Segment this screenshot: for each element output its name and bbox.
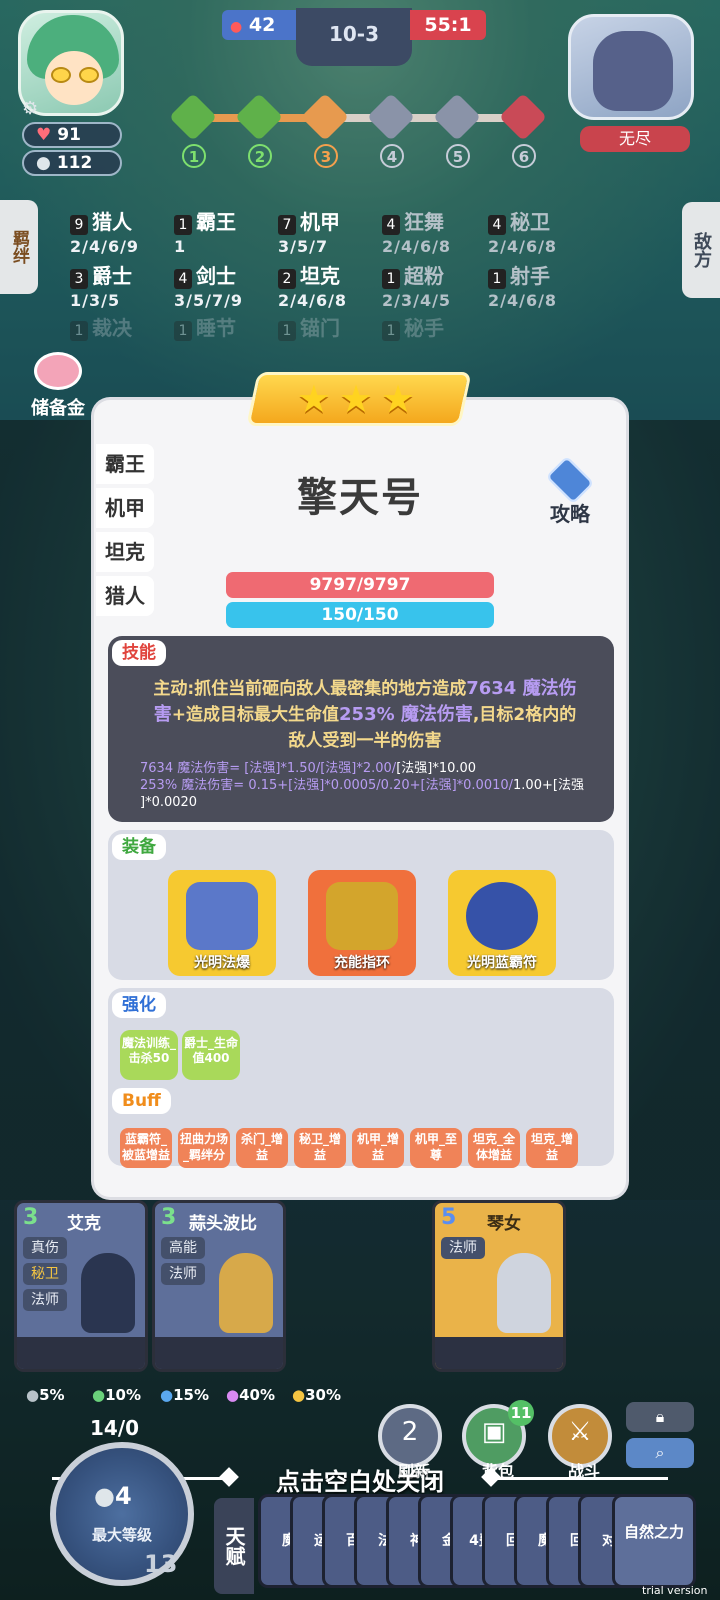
crossed-swords-icon: ⚔	[568, 1417, 592, 1447]
lock-shop-button[interactable]: 🔒︎	[626, 1402, 694, 1432]
tab-enemy[interactable]: 敌方	[682, 202, 720, 298]
orb-icon	[466, 882, 538, 950]
match-score: 55:1	[410, 10, 486, 40]
skill-formula: 7634 魔法伤害= [法强]*1.50/[法强]*2.00/[法强]*10.0…	[140, 761, 584, 810]
odds-tier-2: ●10%	[92, 1386, 141, 1404]
odds-tier-5: ●30%	[292, 1386, 341, 1404]
trait-item[interactable]: 1 秘手	[382, 312, 492, 364]
lock-icon: 🔒︎	[655, 1407, 665, 1426]
skill-tag: 技能	[112, 640, 166, 666]
buff-chip[interactable]: 蓝霸符_被蓝增益	[120, 1128, 172, 1168]
stage-num: 4	[380, 144, 404, 168]
buff-chip[interactable]: 扭曲力场_羁绊分	[178, 1128, 230, 1168]
trait-item[interactable]: 1 睡节	[174, 312, 284, 364]
tab-talent[interactable]: 天赋	[214, 1498, 254, 1594]
stage-num: 2	[248, 144, 272, 168]
coin-icon: 2	[401, 1417, 419, 1447]
trait-item[interactable]: 9 猎人 2/4/6/9	[70, 206, 180, 258]
hero-sprite	[219, 1253, 273, 1333]
hero-trait-tab[interactable]: 坦克	[96, 532, 154, 572]
odds-tier-3: ●15%	[160, 1386, 209, 1404]
battle-button[interactable]: ⚔ 战斗	[548, 1404, 612, 1481]
hero-name: 擎天号	[297, 475, 423, 521]
trait-item[interactable]: 3 爵士 1/3/5	[70, 260, 180, 312]
trait-item[interactable]: 1 射手 2/4/6/8	[488, 260, 598, 312]
player-coins: ● 112	[22, 150, 122, 176]
buff-tag: Buff	[112, 1088, 171, 1114]
stage-num: 6	[512, 144, 536, 168]
stage-num: 3	[314, 144, 338, 168]
hero-hp-bar: 9797/9797	[226, 572, 494, 598]
xp-counter: 14/0	[90, 1416, 140, 1440]
piggy-bank-icon	[34, 352, 82, 390]
equipment-item[interactable]: 光明蓝霸符	[448, 870, 556, 976]
player-hp: ♥ 91	[22, 122, 122, 148]
refresh-button[interactable]: 2 刷新	[378, 1404, 442, 1481]
skill-description: 主动:抓住当前砸向敌人最密集的地方造成7634 魔法伤 害+造成目标最大生命值2…	[153, 678, 577, 751]
shop-card[interactable]: 3 蒜头波比 高能 法师	[152, 1200, 286, 1372]
reserve-gold[interactable]: 储备金	[18, 352, 98, 426]
buff-chip[interactable]: 机甲_至尊	[410, 1128, 462, 1168]
gauntlet-icon	[186, 882, 258, 950]
shop-card[interactable]: 5 琴女 法师	[432, 1200, 566, 1372]
bag-count-badge: 11	[508, 1400, 534, 1426]
trait-item[interactable]: 2 坦克 2/4/6/8	[278, 260, 388, 312]
boost-chip[interactable]: 爵士_生命值400	[182, 1030, 240, 1080]
search-icon: ⌕	[655, 1443, 665, 1462]
talent-card-active[interactable]: 自然之力	[612, 1494, 696, 1588]
tab-traits[interactable]: 羁绊	[0, 200, 38, 294]
hero-trait-tab[interactable]: 猎人	[96, 576, 154, 616]
round-indicator: 10-3	[296, 8, 412, 66]
trait-item[interactable]: 4 秘卫 2/4/6/8	[488, 206, 598, 258]
enemy-name: 无尽	[580, 126, 690, 152]
enemy-kill-count: ● 42	[222, 10, 298, 40]
stage-num: 1	[182, 144, 206, 168]
trait-item[interactable]: 4 狂舞 2/4/6/8	[382, 206, 492, 258]
strategy-button[interactable]: 攻略	[536, 455, 604, 532]
settings-gear-icon[interactable]: ⚙	[22, 98, 38, 119]
trial-version-label: trial version	[642, 1584, 708, 1597]
shop-card[interactable]: 3 艾克 真伤 秘卫 法师	[14, 1200, 148, 1372]
boost-tag: 强化	[112, 992, 166, 1018]
buff-chip[interactable]: 秘卫_增益	[294, 1128, 346, 1168]
player-level: 13	[144, 1550, 178, 1578]
ring-icon	[326, 882, 398, 950]
equipment-item[interactable]: 光明法爆	[168, 870, 276, 976]
level-label: 最大等级	[91, 1526, 152, 1544]
buff-chip[interactable]: 坦克_增益	[526, 1128, 578, 1168]
hero-trait-tab[interactable]: 霸王	[96, 444, 154, 484]
hero-trait-tab[interactable]: 机甲	[96, 488, 154, 528]
buff-chip[interactable]: 坦克_全体增益	[468, 1128, 520, 1168]
buff-chip[interactable]: 杀门_增益	[236, 1128, 288, 1168]
hero-sprite	[81, 1253, 135, 1333]
star-rating: ★★★	[296, 377, 424, 421]
equipment-item[interactable]: 充能指环	[308, 870, 416, 976]
trait-item[interactable]: 7 机甲 3/5/7	[278, 206, 388, 258]
fire-icon: ●	[230, 19, 243, 35]
enemy-avatar[interactable]	[568, 14, 694, 120]
stage-num: 5	[446, 144, 470, 168]
odds-tier-1: ●5%	[26, 1386, 65, 1404]
trait-item[interactable]: 1 超粉 2/3/4/5	[382, 260, 492, 312]
hero-sprite	[497, 1253, 551, 1333]
coin-icon: ●	[36, 153, 51, 173]
buff-chip[interactable]: 机甲_增益	[352, 1128, 404, 1168]
boost-chip[interactable]: 魔法训练_击杀50	[120, 1030, 178, 1080]
trait-item[interactable]: 1 锚门	[278, 312, 388, 364]
hero-mana-bar: 150/150	[226, 602, 494, 628]
trait-item[interactable]: 1 霸王 1	[174, 206, 284, 258]
odds-tier-4: ●40%	[226, 1386, 275, 1404]
heart-icon: ♥	[36, 125, 52, 145]
level-cost: ●4	[94, 1482, 132, 1510]
equipment-tag: 装备	[112, 834, 166, 860]
trait-item[interactable]: 4 剑士 3/5/7/9	[174, 260, 284, 312]
